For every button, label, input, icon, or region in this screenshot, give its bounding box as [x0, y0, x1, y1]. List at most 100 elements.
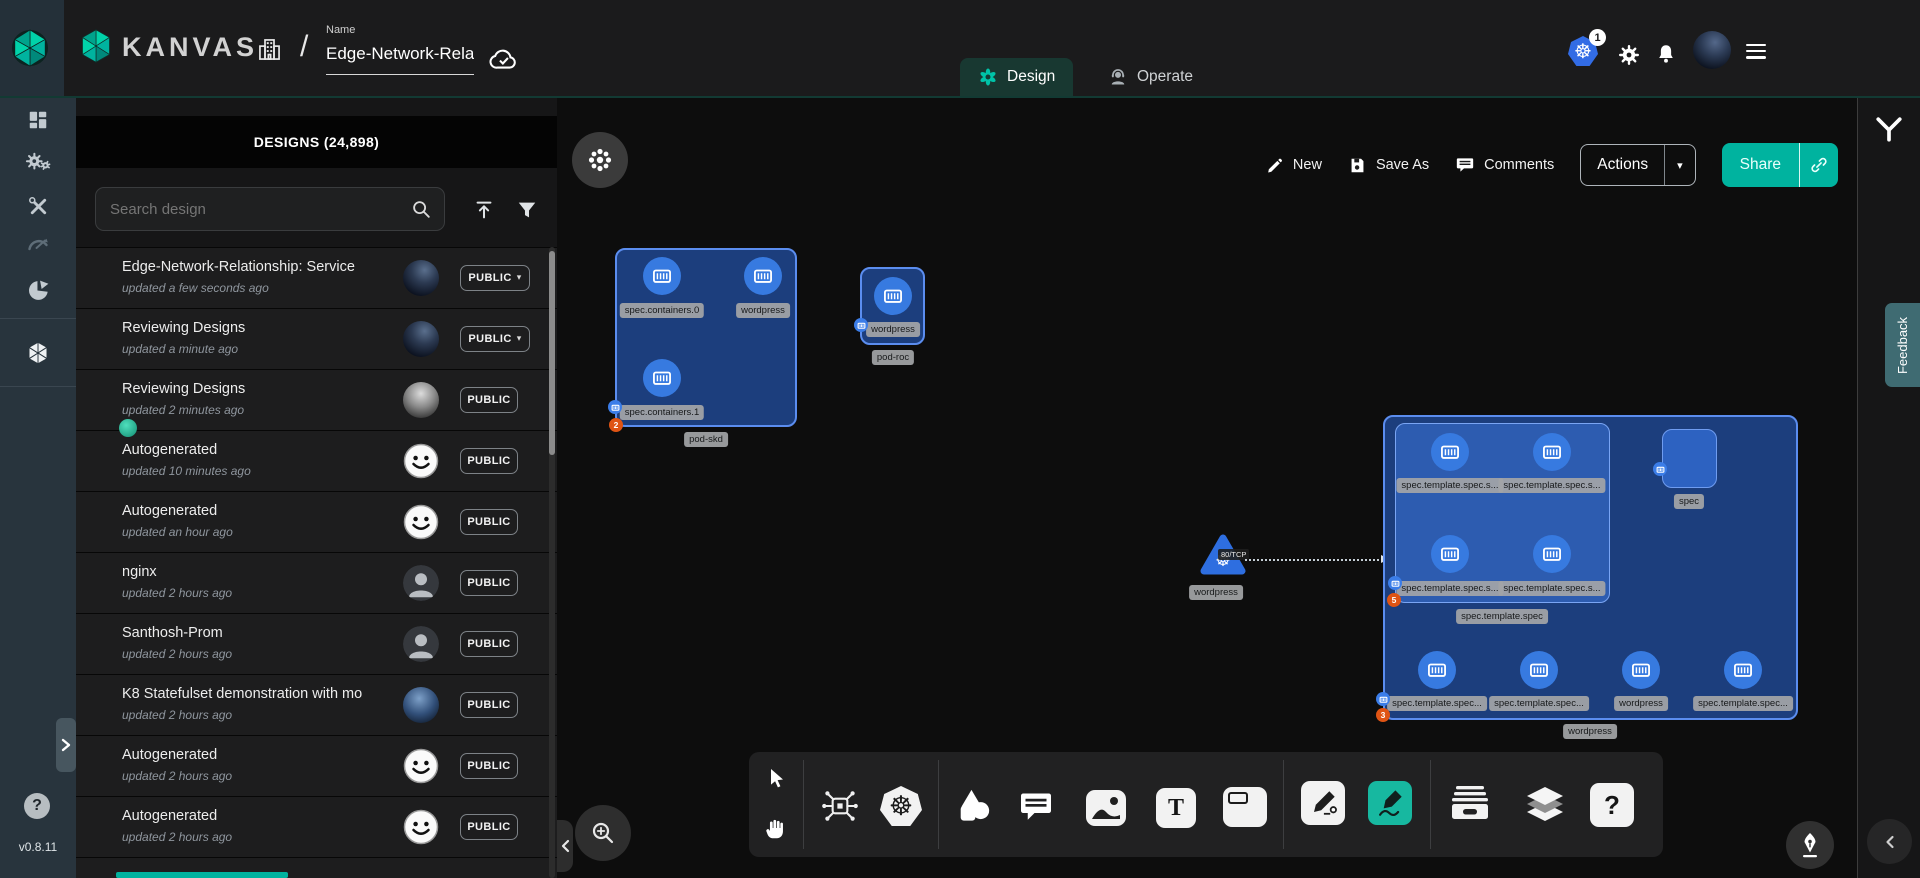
container-node[interactable] — [874, 277, 912, 315]
tool-image[interactable] — [1086, 790, 1126, 826]
search-icon[interactable] — [410, 198, 432, 220]
container-node[interactable] — [1418, 651, 1456, 689]
visibility-badge[interactable]: PUBLIC — [460, 692, 518, 718]
save-as-button[interactable]: Save As — [1348, 156, 1429, 175]
tool-kubernetes[interactable]: ☸ — [880, 786, 922, 826]
tool-text[interactable]: T — [1156, 788, 1196, 828]
design-list-item[interactable]: Edge-Network-Relationship: Service updat… — [76, 247, 557, 308]
rail-item-extensions[interactable] — [0, 273, 76, 307]
tool-help[interactable]: ? — [1590, 783, 1634, 827]
count-badge[interactable]: 5 — [1387, 593, 1401, 607]
annotate-pen-button[interactable] — [1786, 821, 1834, 869]
tool-pan[interactable] — [757, 808, 797, 848]
tool-comment[interactable] — [1015, 788, 1057, 826]
count-badge[interactable]: 2 — [609, 418, 623, 432]
feedback-tab[interactable]: Feedback — [1885, 303, 1920, 387]
visibility-badge[interactable]: PUBLIC ▾ — [460, 326, 530, 352]
layer5-y-icon[interactable] — [1874, 116, 1904, 144]
notifications-bell-icon[interactable] — [1655, 42, 1677, 66]
container-node[interactable] — [744, 257, 782, 295]
design-canvas[interactable]: New Save As Comments Actions — [557, 98, 1857, 878]
container-node[interactable] — [643, 359, 681, 397]
container-node[interactable] — [1431, 535, 1469, 573]
pod-badge[interactable] — [1653, 462, 1667, 476]
tool-draw-active[interactable] — [1368, 781, 1412, 825]
visibility-badge[interactable]: PUBLIC — [460, 631, 518, 657]
tool-frame[interactable] — [1223, 787, 1267, 827]
tool-layers[interactable] — [1522, 784, 1568, 826]
comments-button[interactable]: Comments — [1455, 155, 1554, 175]
design-list-item[interactable]: Autogenerated updated 10 minutes ago PUB… — [76, 430, 557, 491]
tool-shapes[interactable] — [952, 786, 994, 826]
visibility-badge[interactable]: PUBLIC — [460, 387, 518, 413]
rail-item-lifecycle[interactable] — [0, 146, 76, 180]
visibility-badge[interactable]: PUBLIC — [460, 509, 518, 535]
design-name-input[interactable]: Edge-Network-Relatio — [326, 44, 474, 64]
actions-button[interactable]: Actions ▾ — [1580, 144, 1695, 186]
container-node[interactable] — [1520, 651, 1558, 689]
design-list-item[interactable]: Autogenerated updated 2 hours ago PUBLIC — [76, 735, 557, 796]
design-list-item[interactable]: Reviewing Designs updated a minute ago P… — [76, 308, 557, 369]
count-badge[interactable]: 3 — [1376, 708, 1390, 722]
container-node[interactable] — [1533, 433, 1571, 471]
node-label-chip: spec.template.spec... — [1693, 696, 1793, 711]
visibility-badge[interactable]: PUBLIC ▾ — [460, 265, 530, 291]
pod-badge[interactable] — [1376, 692, 1390, 706]
collapse-panel-button[interactable] — [557, 820, 573, 872]
designs-panel-header: DESIGNS (24,898) — [76, 116, 557, 168]
copy-link-button[interactable] — [1800, 155, 1838, 175]
pod-badge[interactable] — [854, 318, 868, 332]
pod-badge[interactable] — [1388, 576, 1402, 590]
spec-template-spec-group[interactable] — [1395, 423, 1610, 603]
container-node[interactable] — [1622, 651, 1660, 689]
user-avatar[interactable] — [1693, 31, 1731, 69]
tool-select[interactable] — [757, 758, 797, 798]
design-list: Edge-Network-Relationship: Service updat… — [76, 247, 557, 878]
tool-pen[interactable] — [1301, 781, 1345, 825]
tool-components[interactable] — [818, 784, 862, 828]
design-list-item[interactable]: K8 Statefulset demonstration with mo upd… — [76, 674, 557, 735]
relationship-edge[interactable] — [1245, 559, 1383, 561]
tab-operate[interactable]: Operate — [1090, 58, 1211, 96]
container-node[interactable] — [1431, 433, 1469, 471]
filter-designs-button[interactable] — [512, 195, 542, 225]
visibility-badge[interactable]: PUBLIC — [460, 448, 518, 474]
rail-item-performance[interactable] — [0, 227, 76, 261]
presence-dot — [119, 419, 137, 437]
visibility-badge[interactable]: PUBLIC — [460, 753, 518, 779]
visibility-badge[interactable]: PUBLIC — [460, 814, 518, 840]
organization-icon[interactable] — [256, 36, 283, 63]
list-scrollbar-thumb[interactable] — [549, 251, 555, 455]
share-button[interactable]: Share — [1722, 143, 1838, 187]
tool-drawer[interactable] — [1447, 782, 1493, 824]
collapse-right-button[interactable] — [1867, 819, 1912, 864]
menu-icon[interactable] — [1746, 40, 1766, 62]
rail-expand-button[interactable] — [56, 718, 76, 772]
rail-item-configuration[interactable] — [0, 189, 76, 223]
design-list-item[interactable]: nginx updated 2 hours ago PUBLIC — [76, 552, 557, 613]
design-search-input[interactable] — [108, 200, 410, 219]
design-list-item[interactable]: Santhosh-Prom updated 2 hours ago PUBLIC — [76, 613, 557, 674]
design-list-item[interactable]: Autogenerated updated an hour ago PUBLIC — [76, 491, 557, 552]
canvas-home-button[interactable] — [572, 132, 628, 188]
rail-item-dashboard[interactable] — [0, 103, 76, 137]
import-design-button[interactable] — [469, 195, 499, 225]
design-list-item[interactable]: Autogenerated updated 2 hours ago PUBLIC — [76, 796, 557, 857]
spec-node[interactable] — [1662, 429, 1717, 488]
design-search-box[interactable] — [95, 187, 445, 231]
actions-caret-icon[interactable]: ▾ — [1665, 159, 1695, 172]
tab-design[interactable]: Design — [960, 58, 1073, 96]
rail-item-kanvas[interactable] — [0, 336, 76, 370]
container-node[interactable] — [643, 257, 681, 295]
container-node[interactable] — [1533, 535, 1571, 573]
visibility-badge[interactable]: PUBLIC — [460, 570, 518, 596]
pod-badge[interactable] — [608, 400, 622, 414]
zoom-button[interactable] — [575, 805, 631, 861]
container-icon — [651, 265, 673, 287]
help-button[interactable]: ? — [24, 793, 50, 819]
settings-gear-icon[interactable] — [1617, 43, 1641, 67]
meshery-logo[interactable] — [11, 29, 49, 67]
new-button[interactable]: New — [1265, 156, 1322, 175]
container-node[interactable] — [1724, 651, 1762, 689]
design-list-item[interactable]: Reviewing Designs updated 2 minutes ago … — [76, 369, 557, 430]
